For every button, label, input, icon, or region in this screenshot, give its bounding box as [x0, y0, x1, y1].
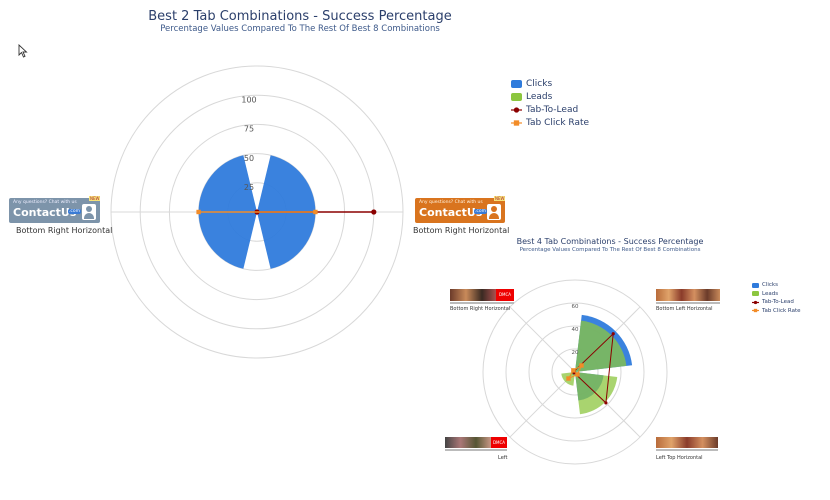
legend-label: Tab Click Rate — [526, 118, 590, 128]
legend-item[interactable]: Leads — [511, 92, 552, 102]
spoke-line — [509, 306, 576, 373]
radial-tick-label: 60 — [572, 304, 579, 310]
legend-label: Clicks — [526, 79, 553, 89]
thumbnail-tag: DMCA — [491, 437, 507, 448]
small-category-label-bottom-left: Bottom Left Horizontal — [656, 306, 713, 312]
legend-item[interactable]: Tab-To-Lead — [511, 105, 578, 115]
series-point — [604, 401, 608, 405]
thumbnail-left: DMCA — [445, 437, 507, 448]
legend-label: Leads — [762, 290, 779, 297]
person-icon — [82, 204, 96, 220]
series-point — [579, 363, 584, 368]
small-category-label-bottom-right: Bottom Right Horizontal — [450, 306, 511, 312]
legend-symbol — [752, 300, 759, 304]
legend-label: Tab-To-Lead — [762, 299, 794, 305]
legend-symbol — [752, 282, 759, 288]
thumbnail-caption-line — [445, 449, 507, 451]
series-point — [566, 376, 571, 381]
badge-brand-text: ContactUs — [419, 206, 483, 219]
thumbnail-left-top — [656, 437, 718, 448]
thumbnail-bottom-right: DMCA — [450, 289, 514, 301]
legend-label: Tab Click Rate — [762, 307, 801, 314]
legend-symbol — [752, 308, 759, 313]
badge-question-text: Any questions? Chat with us — [419, 200, 483, 205]
legend-symbol — [511, 107, 522, 113]
legend-label: Clicks — [762, 282, 778, 288]
legend-item[interactable]: Clicks — [511, 79, 552, 89]
legend-symbol — [752, 291, 759, 296]
legend-item[interactable]: Tab Click Rate — [511, 118, 589, 128]
spoke-line — [509, 371, 576, 438]
thumbnail-bottom-left — [656, 289, 720, 301]
badge-new-tag: NEW — [494, 196, 506, 201]
small-polar-chart: 20 40 60 — [482, 279, 668, 465]
thumbnail-caption-line — [656, 302, 720, 304]
contactus-badge-right: Any questions? Chat with us ContactUs .c… — [415, 196, 506, 223]
legend-label: Leads — [526, 92, 553, 102]
badge-suffix: .com — [68, 209, 82, 214]
legend-symbol — [511, 80, 522, 88]
legend-label: Tab-To-Lead — [526, 105, 579, 115]
legend-symbol — [511, 120, 522, 126]
legend-item[interactable]: Tab Click Rate — [752, 308, 801, 314]
category-label-left: Bottom Right Horizontal — [16, 226, 113, 235]
thumbnail-caption-line — [450, 302, 514, 304]
contactus-badge-left: Any questions? Chat with us ContactUs .c… — [9, 196, 101, 223]
radial-tick-label: 20 — [572, 350, 579, 356]
badge-suffix: .com — [474, 209, 488, 214]
radial-tick-label: 40 — [572, 327, 579, 333]
series-point — [575, 372, 580, 377]
category-label-right: Bottom Right Horizontal — [413, 226, 510, 235]
series-point — [611, 332, 615, 336]
thumbnail-caption-line — [656, 449, 718, 451]
person-icon — [487, 204, 501, 220]
legend-item[interactable]: Tab-To-Lead — [752, 299, 794, 305]
series-point — [571, 368, 576, 373]
legend-item[interactable]: Clicks — [752, 282, 778, 288]
thumbnail-tag: DMCA — [496, 289, 514, 301]
badge-brand-text: ContactUs — [13, 206, 77, 219]
legend-item[interactable]: Leads — [752, 291, 778, 297]
small-category-label-left: Left — [498, 455, 508, 461]
badge-new-tag: NEW — [89, 196, 101, 201]
badge-question-text: Any questions? Chat with us — [13, 200, 77, 205]
small-category-label-left-top: Left Top Horizontal — [656, 455, 703, 461]
legend-symbol — [511, 93, 522, 101]
